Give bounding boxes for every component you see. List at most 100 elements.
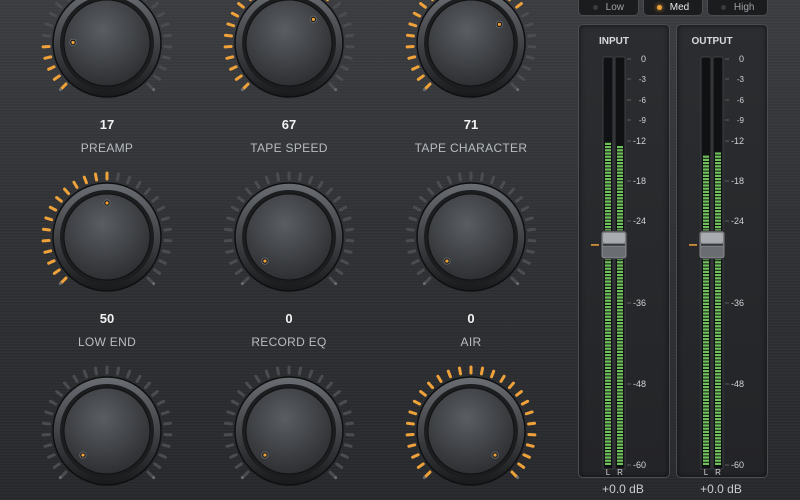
knob-8[interactable] <box>223 365 355 496</box>
meter-segment <box>617 456 623 459</box>
knob-record-eq[interactable] <box>223 171 355 302</box>
tick <box>342 22 352 28</box>
meter-segment <box>605 171 611 174</box>
tick-lit <box>93 172 99 182</box>
meter-segment <box>715 405 721 408</box>
tick <box>237 390 245 397</box>
tick <box>335 74 344 81</box>
tick <box>317 374 324 383</box>
meter-segment <box>617 450 623 453</box>
fader-handle[interactable] <box>600 230 628 260</box>
tick <box>297 172 303 182</box>
tick-lit <box>411 453 420 459</box>
mode-low-button[interactable]: Low <box>578 0 639 16</box>
meter-segment <box>617 373 623 376</box>
tick <box>229 453 238 459</box>
meter-segment <box>703 350 709 353</box>
end-dot <box>334 282 338 286</box>
meter-segment <box>605 178 611 181</box>
tick <box>411 259 420 265</box>
meter-segment <box>617 405 623 408</box>
meter-segment <box>715 328 721 331</box>
meter-segment <box>617 379 623 382</box>
tick <box>126 175 132 185</box>
meter-segment <box>617 427 623 430</box>
meter-segment <box>715 299 721 302</box>
meter-segment <box>617 264 623 267</box>
meter-segment <box>605 210 611 213</box>
meter-segment <box>715 286 721 289</box>
meter-segment <box>703 200 709 203</box>
meter-segment <box>715 434 721 437</box>
meter-segment <box>617 395 623 398</box>
knob-tape-character[interactable] <box>405 0 537 108</box>
meter-segment <box>703 328 709 331</box>
knob-air[interactable] <box>405 171 537 302</box>
meter-segment <box>703 357 709 360</box>
meter-segment <box>605 213 611 216</box>
meter-segment <box>605 414 611 417</box>
tick-lit <box>416 74 425 81</box>
meter-segment <box>703 322 709 325</box>
meter-segment <box>617 277 623 280</box>
meter-segment <box>715 427 721 430</box>
meter-segment <box>715 178 721 181</box>
tick <box>254 374 261 383</box>
knob-7[interactable] <box>41 365 173 496</box>
tick <box>333 2 341 9</box>
meter-segment <box>617 421 623 424</box>
knob-indicator-dot <box>263 259 267 263</box>
meter-segment <box>617 226 623 229</box>
knob-low-end[interactable] <box>41 171 173 302</box>
meter-segment <box>703 334 709 337</box>
tick <box>82 369 88 379</box>
meter-segment <box>605 386 611 389</box>
scale-label: -9 <box>737 116 745 125</box>
meter-segment <box>703 315 709 318</box>
meter-segment <box>617 267 623 270</box>
meter-segment <box>617 312 623 315</box>
meter-segment <box>617 446 623 449</box>
meter-segment <box>715 424 721 427</box>
mode-high-button[interactable]: High <box>707 0 769 16</box>
input-meter-panel: INPUT L R 0 -3 -6 -9 -12 -18 -24 -36 -48 -60 <box>578 24 670 478</box>
meter-segment <box>715 264 721 267</box>
knob-9[interactable] <box>405 365 537 496</box>
tick <box>161 443 171 448</box>
meter-segment <box>715 382 721 385</box>
tick-lit <box>47 259 56 265</box>
meter-segment <box>617 338 623 341</box>
tick <box>328 82 336 90</box>
knob-cap <box>245 193 333 281</box>
meter-segment <box>703 290 709 293</box>
tick <box>48 399 58 406</box>
meter-segment <box>715 408 721 411</box>
meter-segment <box>605 312 611 315</box>
meter-segment <box>715 344 721 347</box>
mode-med-button[interactable]: Med <box>642 0 704 16</box>
meter-segment <box>605 424 611 427</box>
meter-segment <box>703 219 709 222</box>
meter-segment <box>617 216 623 219</box>
meter-segment <box>617 334 623 337</box>
meter-segment <box>715 194 721 197</box>
meter-segment <box>605 389 611 392</box>
tick <box>517 268 526 275</box>
meter-segment <box>617 376 623 379</box>
tick <box>161 249 171 254</box>
tick <box>525 249 535 254</box>
meter-segment <box>605 187 611 190</box>
low-end-value: 50 <box>99 311 115 326</box>
meter-segment <box>703 168 709 171</box>
fader-handle[interactable] <box>698 230 726 260</box>
knob-preamp[interactable] <box>41 0 173 108</box>
tick <box>60 470 68 478</box>
knob-indicator-dot <box>263 453 267 457</box>
tick-lit <box>527 421 537 426</box>
meter-segment <box>617 286 623 289</box>
output-meter-panel: OUTPUT L R 0 -3 -6 -9 -12 -18 -24 -36 -48 -60 <box>676 24 768 478</box>
knob-tape-speed[interactable] <box>223 0 355 108</box>
meter-segment <box>617 168 623 171</box>
meter-segment <box>715 347 721 350</box>
tick <box>163 33 173 38</box>
